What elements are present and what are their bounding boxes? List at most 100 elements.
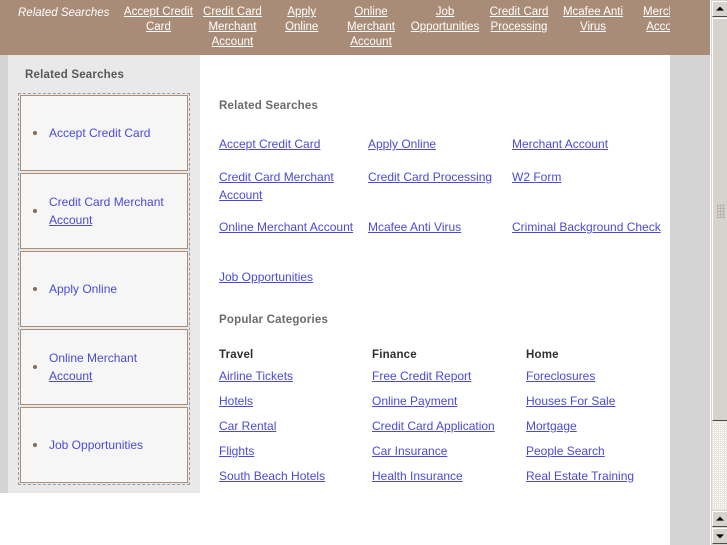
bullet-icon — [33, 131, 37, 135]
category-title: Home — [526, 349, 559, 361]
link-job-opportunities[interactable]: Job Opportunities — [219, 270, 313, 284]
bullet-icon — [33, 209, 37, 213]
banner-link-credit-card-processing[interactable]: Credit Card Processing — [482, 5, 556, 35]
bullet-icon — [33, 287, 37, 291]
link-online-payment[interactable]: Online Payment — [372, 394, 457, 408]
page-root: Related Searches Accept Credit Card Cred… — [0, 0, 727, 545]
banner-link-accept-credit-card[interactable]: Accept Credit Card — [121, 5, 195, 35]
sidebar-item-accept-credit-card[interactable]: Accept Credit Card — [20, 95, 188, 171]
related-search-cell: Criminal Background Check — [512, 218, 667, 236]
sidebar-link-line1[interactable]: Credit Card Merchant — [49, 195, 164, 209]
sidebar-items-box: Accept Credit Card Credit Card Merchant … — [18, 93, 190, 485]
sidebar-item-label: Credit Card Merchant Account — [49, 193, 164, 229]
category-title: Travel — [219, 349, 254, 361]
sidebar-link-line2[interactable]: Account — [49, 369, 92, 383]
link-houses-for-sale[interactable]: Houses For Sale — [526, 394, 615, 408]
link-car-insurance[interactable]: Car Insurance — [372, 444, 447, 458]
banner-title: Related Searches — [18, 7, 110, 19]
category-item: Flights — [219, 443, 369, 459]
sidebar-item-credit-card-merchant-account[interactable]: Credit Card Merchant Account — [20, 173, 188, 249]
category-item: People Search — [526, 443, 676, 459]
related-search-cell: Online Merchant Account — [219, 218, 368, 236]
scroll-up-button-bottom[interactable] — [712, 511, 727, 527]
category-item: Free Credit Report — [372, 368, 525, 384]
sidebar: Related Searches Accept Credit Card Cred… — [8, 55, 200, 493]
popular-categories-section: Popular Categories Travel Airline Ticket… — [219, 314, 670, 509]
link-apply-online[interactable]: Apply Online — [368, 137, 436, 151]
link-w2-form[interactable]: W2 Form — [512, 170, 561, 184]
popular-categories-columns: Travel Airline Tickets Hotels Car Rental… — [219, 349, 669, 509]
category-item: Online Payment — [372, 393, 525, 409]
category-item: Mortgage — [526, 418, 676, 434]
related-search-cell: Credit Card Merchant Account — [219, 168, 369, 204]
scrollbar-thumb[interactable] — [712, 18, 727, 421]
link-credit-card-processing[interactable]: Credit Card Processing — [368, 170, 492, 184]
link-online-merchant-account[interactable]: Online Merchant Account — [219, 220, 353, 234]
sidebar-item-online-merchant-account[interactable]: Online Merchant Account — [20, 329, 188, 405]
sidebar-item-job-opportunities[interactable]: Job Opportunities — [20, 407, 188, 483]
category-item: Hotels — [219, 393, 369, 409]
right-page-background — [670, 0, 710, 545]
banner-link-apply-online[interactable]: Apply Online — [269, 5, 334, 35]
link-flights[interactable]: Flights — [219, 444, 254, 458]
category-item: Foreclosures — [526, 368, 676, 384]
triangle-up-icon — [716, 6, 724, 11]
link-real-estate-training[interactable]: Real Estate Training — [526, 469, 634, 483]
banner-link-mcafee-anti-virus[interactable]: Mcafee Anti Virus — [556, 5, 630, 35]
related-searches-row: Job Opportunities — [219, 268, 669, 288]
link-foreclosures[interactable]: Foreclosures — [526, 369, 595, 383]
link-credit-card-application[interactable]: Credit Card Application — [372, 419, 495, 433]
related-search-cell: Apply Online — [368, 135, 512, 153]
top-banner: Related Searches Accept Credit Card Cred… — [0, 0, 710, 55]
bullet-icon — [33, 365, 37, 369]
banner-link-online-merchant-account[interactable]: Online Merchant Account — [334, 5, 408, 50]
link-car-rental[interactable]: Car Rental — [219, 419, 276, 433]
scroll-down-button[interactable] — [712, 528, 727, 544]
right-banner-fill — [670, 0, 710, 55]
link-accept-credit-card[interactable]: Accept Credit Card — [219, 137, 320, 151]
link-criminal-background-check[interactable]: Criminal Background Check — [512, 220, 661, 234]
link-airline-tickets[interactable]: Airline Tickets — [219, 369, 293, 383]
popular-category-home: Home Foreclosures Houses For Sale Mortga… — [526, 349, 676, 493]
related-searches-row: Online Merchant Account Mcafee Anti Viru… — [219, 218, 669, 261]
popular-category-finance: Finance Free Credit Report Online Paymen… — [372, 349, 525, 493]
sidebar-link-line1[interactable]: Online Merchant — [49, 351, 137, 365]
related-search-cell: W2 Form — [512, 168, 667, 186]
sidebar-item-label: Online Merchant Account — [49, 349, 137, 385]
related-searches-row: Credit Card Merchant Account Credit Card… — [219, 168, 669, 211]
triangle-up-icon — [716, 516, 724, 521]
link-merchant-account[interactable]: Merchant Account — [512, 137, 608, 151]
link-mcafee-anti-virus[interactable]: Mcafee Anti Virus — [368, 220, 461, 234]
sidebar-item-label: Apply Online — [49, 280, 117, 298]
link-mortgage[interactable]: Mortgage — [526, 419, 577, 433]
category-item: Car Rental — [219, 418, 369, 434]
link-hotels[interactable]: Hotels — [219, 394, 253, 408]
related-search-cell: Credit Card Processing — [368, 168, 512, 186]
link-people-search[interactable]: People Search — [526, 444, 605, 458]
category-title: Finance — [372, 349, 417, 361]
vertical-scrollbar[interactable] — [710, 0, 727, 545]
sidebar-link-line1[interactable]: Apply Online — [49, 282, 117, 296]
related-search-cell: Merchant Account — [512, 135, 667, 153]
category-item: Car Insurance — [372, 443, 525, 459]
triangle-down-icon — [716, 534, 724, 539]
sidebar-link-line2[interactable]: Account — [49, 213, 92, 227]
link-free-credit-report[interactable]: Free Credit Report — [372, 369, 471, 383]
sidebar-item-apply-online[interactable]: Apply Online — [20, 251, 188, 327]
related-searches-heading: Related Searches — [219, 100, 319, 112]
main-content: Related Searches Accept Credit Card Appl… — [200, 55, 670, 545]
category-item: Credit Card Application — [372, 418, 525, 434]
link-health-insurance[interactable]: Health Insurance — [372, 469, 463, 483]
left-gutter — [0, 55, 8, 493]
related-search-cell: Accept Credit Card — [219, 135, 369, 153]
sidebar-link-line1[interactable]: Job Opportunities — [49, 438, 143, 452]
category-item: Real Estate Training — [526, 468, 676, 484]
banner-link-credit-card-merchant-account[interactable]: Credit Card Merchant Account — [195, 5, 269, 50]
link-credit-card-merchant-account[interactable]: Credit Card Merchant Account — [219, 170, 334, 202]
category-item: Health Insurance — [372, 468, 525, 484]
link-south-beach-hotels[interactable]: South Beach Hotels — [219, 469, 325, 483]
banner-link-job-opportunities[interactable]: Job Opportunities — [408, 5, 482, 35]
sidebar-link-line1[interactable]: Accept Credit Card — [49, 126, 150, 140]
category-item: South Beach Hotels — [219, 468, 369, 484]
scroll-up-button[interactable] — [712, 1, 727, 17]
